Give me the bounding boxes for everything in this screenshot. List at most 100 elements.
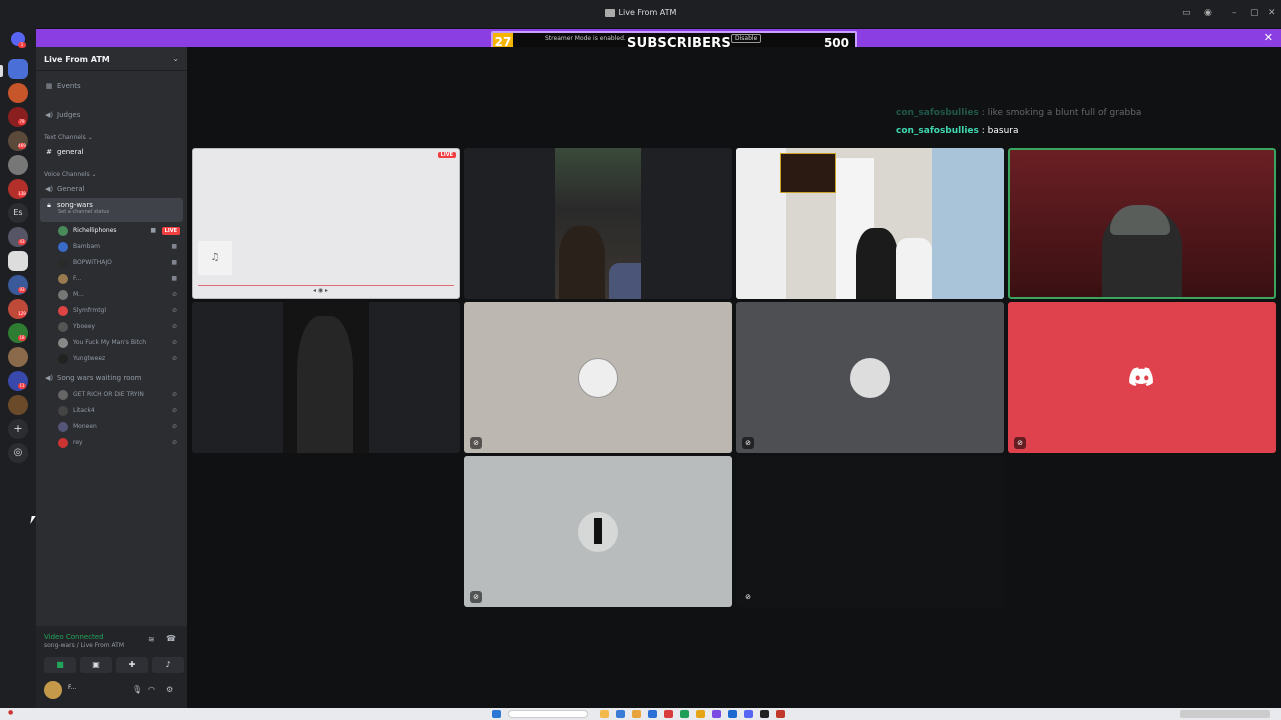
calendar-icon: ▦ [45, 82, 53, 90]
minimize-button[interactable]: – [1232, 8, 1237, 18]
video-stage: con_safosbullies : like smoking a blunt … [187, 47, 1281, 708]
muted-mic-icon: ⊘ [171, 307, 177, 314]
banner-close-icon[interactable]: ✕ [1264, 31, 1273, 44]
video-tile-screenshare[interactable]: LIVE ♫ ◂ ◉ ▸ [192, 148, 460, 299]
guild-badge: 138 [18, 191, 26, 197]
taskbar-app-icon[interactable] [760, 710, 769, 718]
taskbar-app-icon[interactable] [776, 710, 785, 718]
channel-general-text[interactable]: # general [40, 145, 183, 159]
camera-icon: ■ [171, 275, 177, 282]
taskbar-app-icon[interactable] [728, 710, 737, 718]
lock-icon: 🔒︎ [47, 201, 51, 209]
taskbar-app-icon[interactable] [600, 710, 609, 718]
taskbar-app-icon[interactable] [712, 710, 721, 718]
channel-song-wars-waiting-room[interactable]: ◀) Song wars waiting room [40, 371, 183, 385]
voice-user-item[interactable]: Slymfrmtgl ⊘ [56, 304, 183, 318]
video-tile[interactable]: ⊘ [464, 456, 732, 607]
voice-user-item[interactable]: You Fuck My Man's Bitch ⊘ [56, 336, 183, 350]
noise-suppression-icon[interactable]: ≋ [148, 635, 155, 644]
taskbar-app-icon[interactable] [664, 710, 673, 718]
voice-channels-category[interactable]: Voice Channels ⌄ [44, 171, 97, 178]
disable-button[interactable]: Disable [731, 34, 762, 43]
avatar [850, 357, 890, 398]
voice-location[interactable]: song-wars / Live From ATM [44, 642, 124, 649]
video-connected-status: Video Connected [44, 633, 104, 641]
guild-badge: 79 [18, 119, 26, 125]
inbox-icon[interactable]: ▭ [1182, 8, 1191, 18]
headphones-icon[interactable]: ◠ [148, 685, 155, 694]
start-icon[interactable] [492, 710, 501, 718]
events-item[interactable]: ▦ Events [40, 79, 183, 93]
add-server-icon[interactable]: + [8, 419, 28, 439]
server-header[interactable]: Live From ATM ⌄ [36, 47, 187, 71]
mic-icon[interactable]: 🎙︎ [132, 685, 142, 694]
guild-icon[interactable] [8, 395, 28, 415]
voice-user-name: F... [73, 275, 82, 282]
waiting-user-item[interactable]: rey ⊘ [56, 436, 183, 450]
guild-es[interactable]: Es [8, 203, 28, 223]
waiting-user-name: Moneen [73, 423, 97, 430]
guild-badge: 11 [18, 383, 26, 389]
help-icon[interactable]: ◉ [1204, 8, 1212, 18]
waiting-user-item[interactable]: GET RICH OR DIE TRYIN ⊘ [56, 388, 183, 402]
video-tile[interactable]: ⊘ [464, 302, 732, 453]
chat-username: con_safosbullies [896, 108, 979, 118]
avatar[interactable] [44, 681, 62, 699]
waiting-user-item[interactable]: Litack4 ⊘ [56, 404, 183, 418]
voice-user-item[interactable]: F... ■ [56, 272, 183, 286]
video-tile-default-avatar[interactable]: ⊘ [1008, 302, 1276, 453]
video-tile[interactable]: ⊘ [736, 456, 1004, 607]
voice-user-item[interactable]: BOPWITHAJO ■ [56, 256, 183, 270]
guild-badge: 469 [18, 143, 26, 149]
guild-icon[interactable] [8, 155, 28, 175]
voice-user-item[interactable]: Yungtweez ⊘ [56, 352, 183, 366]
settings-gear-icon[interactable]: ⚙ [166, 685, 173, 694]
disconnect-icon[interactable]: ☎ [166, 634, 176, 643]
player-controls[interactable]: ◂ ◉ ▸ [313, 287, 328, 294]
system-tray[interactable] [1180, 710, 1270, 718]
voice-user-item[interactable]: M... ⊘ [56, 288, 183, 302]
video-tile[interactable] [192, 302, 460, 453]
activity-button[interactable]: ✚ [116, 657, 148, 673]
weather-icon[interactable]: ● [8, 709, 22, 719]
voice-user-item[interactable]: Yboeey ⊘ [56, 320, 183, 334]
video-tile[interactable] [736, 148, 1004, 299]
text-channels-category[interactable]: Text Channels ⌄ [44, 134, 93, 141]
muted-mic-icon: ⊘ [171, 439, 177, 446]
taskbar-app-icon[interactable] [696, 710, 705, 718]
screen-share-button[interactable]: ▣ [80, 657, 112, 673]
taskbar-app-icon[interactable] [680, 710, 689, 718]
voice-user-item[interactable]: Richelliphones ■ LIVE [56, 224, 183, 238]
close-window-button[interactable]: ✕ [1268, 8, 1276, 18]
discover-icon[interactable]: ◎ [8, 443, 28, 463]
avatar [58, 226, 68, 236]
server-rail: 1 79 469 138 Es 43 93 129 18 11 + ◎ [0, 28, 36, 708]
voice-user-item[interactable]: Bambam ■ [56, 240, 183, 254]
muted-mic-icon: ⊘ [171, 407, 177, 414]
guild-icon[interactable] [8, 83, 28, 103]
guild-badge: 43 [18, 239, 26, 245]
taskbar-app-icon[interactable] [648, 710, 657, 718]
guild-icon[interactable] [8, 347, 28, 367]
camera-button[interactable]: ■ [44, 657, 76, 673]
guild-badge: 1 [18, 42, 26, 48]
video-tile[interactable]: ⊘ [736, 302, 1004, 453]
channel-general-voice[interactable]: ◀) General [40, 182, 183, 196]
guild-badge: 129 [18, 311, 26, 317]
guild-live-from-atm[interactable] [8, 59, 28, 79]
taskbar-app-icon[interactable] [616, 710, 625, 718]
video-tile-speaking[interactable] [1008, 148, 1276, 299]
search-input[interactable] [508, 710, 588, 718]
waiting-user-item[interactable]: Moneen ⊘ [56, 420, 183, 434]
speaker-icon: ◀) [44, 185, 54, 193]
soundboard-button[interactable]: ♪ [152, 657, 184, 673]
server-name: Live From ATM [44, 55, 110, 64]
video-tile[interactable] [464, 148, 732, 299]
taskbar-app-icon[interactable] [632, 710, 641, 718]
channel-song-wars[interactable]: 🔒︎ song-wars Set a channel status [40, 198, 183, 222]
channel-status[interactable]: Set a channel status [58, 208, 109, 216]
channel-judges[interactable]: ◀) Judges [40, 108, 183, 122]
maximize-button[interactable]: ▢ [1250, 8, 1259, 18]
guild-icon[interactable] [8, 251, 28, 271]
taskbar-app-icon[interactable] [744, 710, 753, 718]
